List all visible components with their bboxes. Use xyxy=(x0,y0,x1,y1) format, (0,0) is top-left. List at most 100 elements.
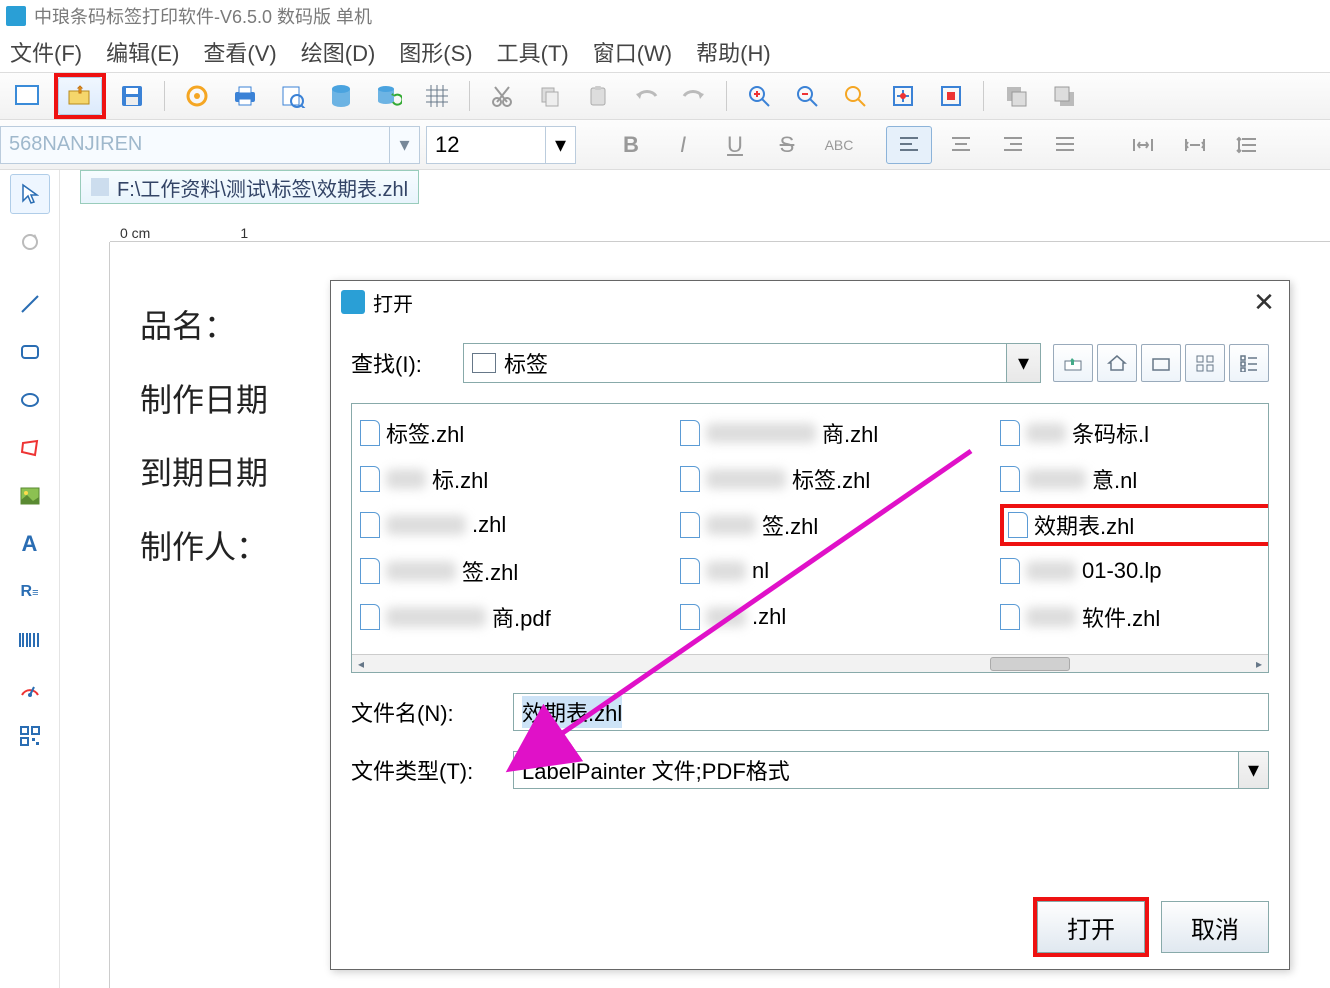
align-justify-button[interactable] xyxy=(1042,126,1088,164)
menu-file[interactable]: 文件(F) xyxy=(10,36,82,68)
chevron-down-icon[interactable]: ▾ xyxy=(545,127,575,163)
database-button[interactable] xyxy=(319,77,363,115)
file-icon xyxy=(1000,420,1020,446)
menu-tool[interactable]: 工具(T) xyxy=(497,36,569,68)
horizontal-scrollbar[interactable]: ◂ ▸ xyxy=(352,654,1268,672)
file-icon xyxy=(360,604,380,630)
menu-edit[interactable]: 编辑(E) xyxy=(106,36,179,68)
pointer-tool[interactable] xyxy=(10,174,50,214)
file-item[interactable]: .zhl xyxy=(360,504,640,546)
undo-button[interactable] xyxy=(624,77,668,115)
file-item[interactable]: .zhl xyxy=(680,596,960,638)
lookin-combo[interactable]: 标签 ▾ xyxy=(463,343,1041,383)
file-item[interactable]: 软件.zhl xyxy=(1000,596,1269,638)
menu-view[interactable]: 查看(V) xyxy=(203,36,276,68)
file-item[interactable]: 商.zhl xyxy=(680,412,960,454)
file-icon xyxy=(1000,466,1020,492)
file-icon xyxy=(680,512,700,538)
qrcode-tool[interactable] xyxy=(10,716,50,756)
dialog-close-button[interactable]: ✕ xyxy=(1249,287,1279,318)
spacing-less-button[interactable] xyxy=(1120,126,1166,164)
filetype-combo[interactable]: LabelPainter 文件;PDF格式 ▾ xyxy=(513,751,1269,789)
file-item[interactable]: nl xyxy=(680,550,960,592)
dialog-cancel-button[interactable]: 取消 xyxy=(1161,901,1269,953)
polygon-tool[interactable] xyxy=(10,428,50,468)
rect-tool[interactable] xyxy=(10,332,50,372)
filetype-label: 文件类型(T): xyxy=(351,754,501,786)
label-name: 品名： xyxy=(140,290,268,364)
settings-button[interactable] xyxy=(175,77,219,115)
copy-button[interactable] xyxy=(528,77,572,115)
preview-button[interactable] xyxy=(271,77,315,115)
scroll-thumb[interactable] xyxy=(990,657,1070,671)
file-item[interactable]: 01-30.lp xyxy=(1000,550,1269,592)
align-right-button[interactable] xyxy=(990,126,1036,164)
zoom-fit-button[interactable] xyxy=(881,77,925,115)
ellipse-tool[interactable] xyxy=(10,380,50,420)
file-list[interactable]: 标签.zhl标.zhl.zhl签.zhl商.pdf商.zhl标签.zhl签.zh… xyxy=(351,403,1269,673)
file-item[interactable]: 标签.zhl xyxy=(360,412,640,454)
barcode-tool[interactable] xyxy=(10,620,50,660)
line-tool[interactable] xyxy=(10,284,50,324)
superscript-button[interactable]: ABC xyxy=(816,126,862,164)
align-center-button[interactable] xyxy=(938,126,984,164)
up-folder-button[interactable] xyxy=(1053,344,1093,382)
spacing-more-button[interactable] xyxy=(1172,126,1218,164)
menu-window[interactable]: 窗口(W) xyxy=(593,36,672,68)
image-tool[interactable] xyxy=(10,476,50,516)
view-icons-button[interactable] xyxy=(1185,344,1225,382)
file-item[interactable]: 签.zhl xyxy=(360,550,640,592)
filename-input[interactable]: 效期表.zhl xyxy=(513,693,1269,731)
file-item-selected[interactable]: 效期表.zhl xyxy=(1000,504,1269,546)
save-button[interactable] xyxy=(110,77,154,115)
open-button[interactable] xyxy=(58,77,102,115)
document-icon xyxy=(91,178,109,196)
redo-button[interactable] xyxy=(672,77,716,115)
file-item[interactable]: 商.pdf xyxy=(360,596,640,638)
home-button[interactable] xyxy=(1097,344,1137,382)
zoom-out-button[interactable] xyxy=(785,77,829,115)
new-folder-button[interactable] xyxy=(1141,344,1181,382)
chevron-down-icon[interactable]: ▾ xyxy=(389,127,419,163)
paste-button[interactable] xyxy=(576,77,620,115)
text-tool[interactable]: A xyxy=(10,524,50,564)
line-spacing-button[interactable] xyxy=(1224,126,1270,164)
rotate-tool[interactable] xyxy=(10,222,50,262)
chevron-down-icon[interactable]: ▾ xyxy=(1006,344,1040,382)
menu-help[interactable]: 帮助(H) xyxy=(696,36,771,68)
document-tab[interactable]: F:\工作资料\测试\标签\效期表.zhl xyxy=(80,170,419,204)
menu-draw[interactable]: 绘图(D) xyxy=(301,36,376,68)
menu-shape[interactable]: 图形(S) xyxy=(399,36,472,68)
zoom-region-button[interactable] xyxy=(833,77,877,115)
view-list-button[interactable] xyxy=(1229,344,1269,382)
align-left-button[interactable] xyxy=(886,126,932,164)
new-button[interactable] xyxy=(6,77,50,115)
send-back-button[interactable] xyxy=(1042,77,1086,115)
scroll-right-arrow[interactable]: ▸ xyxy=(1250,656,1268,672)
gauge-tool[interactable] xyxy=(10,668,50,708)
bold-button[interactable]: B xyxy=(608,126,654,164)
chevron-down-icon[interactable]: ▾ xyxy=(1238,752,1268,788)
grid-button[interactable] xyxy=(415,77,459,115)
dialog-open-button[interactable]: 打开 xyxy=(1037,901,1145,953)
file-item[interactable]: 标签.zhl xyxy=(680,458,960,500)
scroll-left-arrow[interactable]: ◂ xyxy=(352,656,370,672)
font-size-combo[interactable]: 12 ▾ xyxy=(426,126,576,164)
file-item[interactable]: 条码标.l xyxy=(1000,412,1269,454)
font-name-combo[interactable]: 568NANJIREN ▾ xyxy=(0,126,420,164)
richtext-tool[interactable]: R≡ xyxy=(10,572,50,612)
bring-front-button[interactable] xyxy=(994,77,1038,115)
file-item[interactable]: 签.zhl xyxy=(680,504,960,546)
cut-button[interactable] xyxy=(480,77,524,115)
file-item[interactable]: 标.zhl xyxy=(360,458,640,500)
file-item[interactable]: 意.nl xyxy=(1000,458,1269,500)
database-refresh-button[interactable] xyxy=(367,77,411,115)
zoom-actual-button[interactable] xyxy=(929,77,973,115)
italic-button[interactable]: I xyxy=(660,126,706,164)
file-icon xyxy=(360,558,380,584)
underline-button[interactable]: U xyxy=(712,126,758,164)
print-button[interactable] xyxy=(223,77,267,115)
strikethrough-button[interactable]: S xyxy=(764,126,810,164)
zoom-in-button[interactable] xyxy=(737,77,781,115)
lookin-label: 查找(I): xyxy=(351,347,451,379)
